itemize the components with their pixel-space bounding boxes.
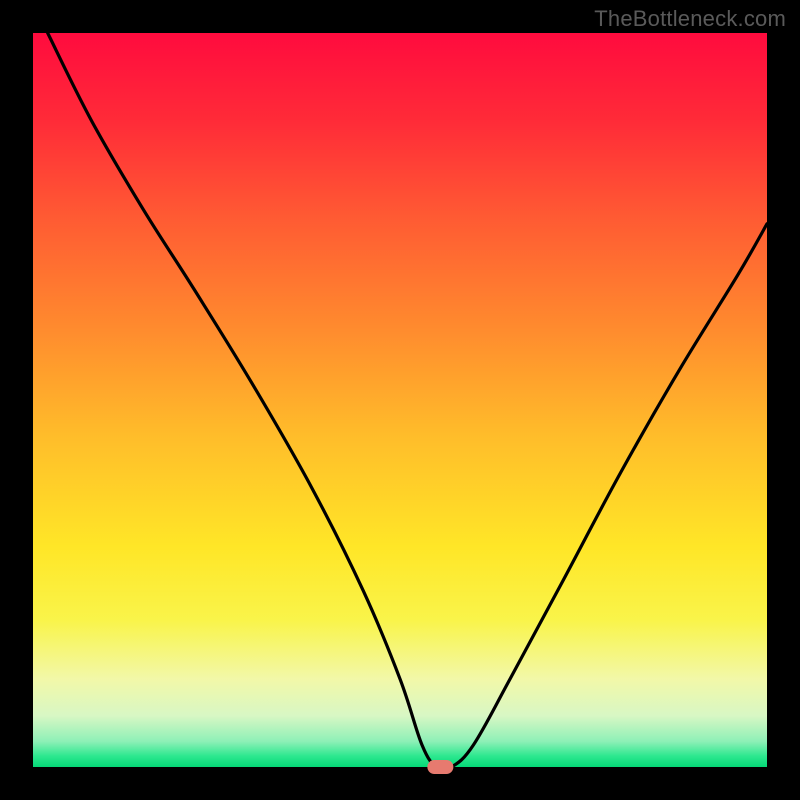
optimum-marker [427,760,453,774]
bottleneck-chart [0,0,800,800]
chart-frame: TheBottleneck.com [0,0,800,800]
watermark-label: TheBottleneck.com [594,6,786,32]
plot-background [33,33,767,767]
